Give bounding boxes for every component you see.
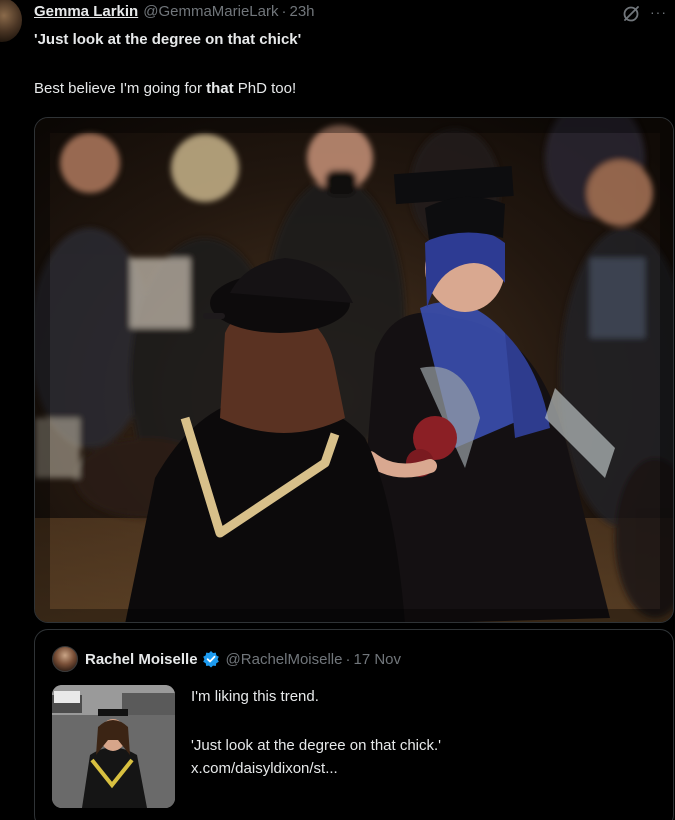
tweet-text-line2: Best believe I'm going for that PhD too! bbox=[34, 80, 296, 97]
quoted-author-avatar[interactable] bbox=[52, 646, 78, 672]
quoted-author-handle[interactable]: @RachelMoiselle bbox=[226, 651, 343, 668]
tweet[interactable]: Gemma Larkin @GemmaMarieLark · 23h ··· '… bbox=[0, 0, 675, 820]
quoted-tweet-date[interactable]: 17 Nov bbox=[354, 651, 402, 668]
quoted-tweet[interactable]: Rachel Moiselle @RachelMoiselle · 17 Nov bbox=[34, 629, 674, 820]
tweet-text-quote-end: ' bbox=[297, 31, 302, 48]
quoted-tweet-text-line2: 'Just look at the degree on that chick.' bbox=[191, 737, 442, 754]
tweet-text-quote-start: 'Just look at the bbox=[34, 31, 152, 48]
verified-badge-icon bbox=[202, 650, 220, 668]
author-handle[interactable]: @GemmaMarieLark bbox=[143, 3, 278, 20]
tweet-timestamp[interactable]: 23h bbox=[289, 3, 314, 20]
more-dots-icon[interactable]: ··· bbox=[650, 2, 674, 22]
tweet-text-line1: 'Just look at the degree on that chick' bbox=[34, 31, 301, 48]
tweet-text-bold-phrase: degree on that chick bbox=[151, 31, 298, 48]
header-separator: · bbox=[281, 3, 287, 20]
author-avatar[interactable] bbox=[0, 0, 22, 42]
tweet-text-line2-end: PhD too! bbox=[233, 80, 297, 97]
grok-icon[interactable] bbox=[621, 4, 641, 24]
tweet-text-line2-start: Best believe I'm going for bbox=[34, 80, 207, 97]
quoted-tweet-header: Rachel Moiselle @RachelMoiselle · 17 Nov bbox=[85, 650, 401, 668]
quoted-header-separator: · bbox=[345, 650, 351, 668]
quoted-tweet-thumbnail[interactable] bbox=[52, 685, 175, 808]
quoted-tweet-link[interactable]: x.com/daisyldixon/st... bbox=[191, 760, 338, 777]
tweet-photo[interactable] bbox=[34, 117, 674, 623]
quoted-tweet-text-line1: I'm liking this trend. bbox=[191, 688, 319, 705]
quoted-author-name[interactable]: Rachel Moiselle bbox=[85, 651, 198, 668]
author-name[interactable]: Gemma Larkin bbox=[34, 3, 138, 20]
tweet-text-line2-bold: that bbox=[206, 80, 234, 97]
tweet-header: Gemma Larkin @GemmaMarieLark · 23h bbox=[34, 3, 315, 23]
